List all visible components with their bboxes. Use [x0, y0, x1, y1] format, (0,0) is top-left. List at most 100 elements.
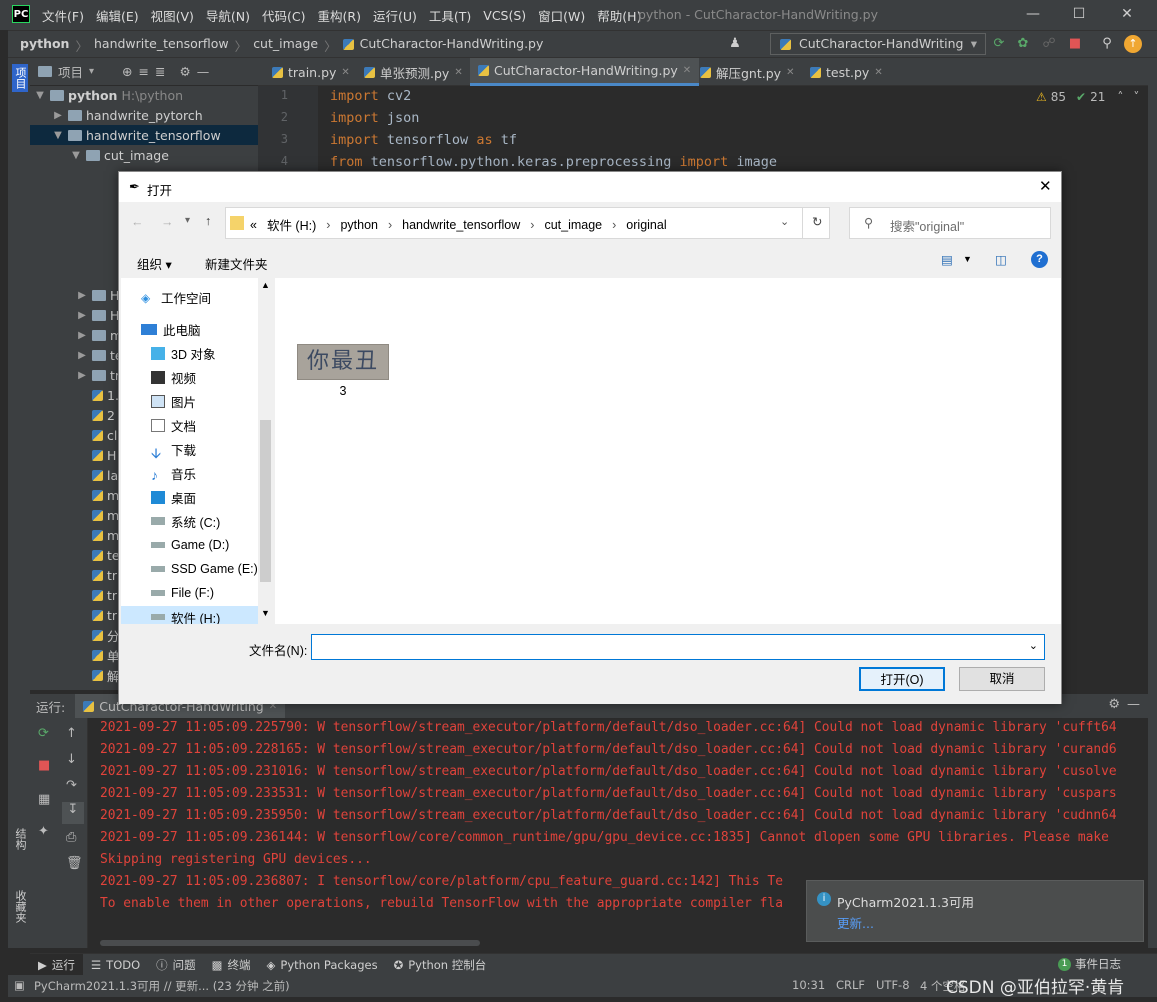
- tree-item-partial[interactable]: H: [92, 445, 116, 465]
- close-tab-icon[interactable]: ✕: [683, 65, 691, 76]
- address-segment[interactable]: original: [626, 218, 666, 232]
- status-toggle-icon[interactable]: ▣: [14, 978, 25, 992]
- tab-python-packages[interactable]: ◈ Python Packages: [259, 958, 386, 972]
- event-log[interactable]: 1 事件日志: [1058, 956, 1121, 972]
- caret-position[interactable]: 10:31: [792, 978, 825, 992]
- tree-item-partial[interactable]: tr: [92, 585, 117, 605]
- tree-item-partial[interactable]: ▶ te: [76, 345, 122, 365]
- help-icon[interactable]: ?: [1031, 251, 1048, 268]
- file-thumbnail[interactable]: 你最丑: [297, 344, 389, 380]
- view-options-icon[interactable]: ▤: [941, 252, 953, 267]
- horizontal-scrollbar[interactable]: [100, 940, 480, 946]
- pin-icon[interactable]: ✦: [38, 824, 49, 839]
- expand-all-icon[interactable]: ≡: [139, 64, 149, 79]
- collapse-all-icon[interactable]: ≣: [155, 64, 165, 79]
- notification-update-link[interactable]: 更新...: [837, 913, 874, 932]
- project-panel-title[interactable]: 项目: [58, 62, 83, 81]
- close-tab-icon[interactable]: ✕: [454, 67, 462, 78]
- nav-workspace[interactable]: ◈ 工作空间: [141, 286, 211, 308]
- nav-drive-d[interactable]: Game (D:): [151, 534, 229, 556]
- preview-pane-icon[interactable]: ◫: [995, 252, 1007, 267]
- tree-item-handwrite-pytorch[interactable]: ▶ handwrite_pytorch: [52, 105, 203, 125]
- nav-drive-f[interactable]: File (F:): [151, 582, 214, 604]
- tree-item-handwrite-tensorflow[interactable]: ▼ handwrite_tensorflow: [30, 125, 258, 145]
- coverage-icon[interactable]: ☍: [1040, 35, 1058, 53]
- chevron-down-icon[interactable]: ˅: [1133, 90, 1139, 104]
- update-notification[interactable]: i PyCharm2021.1.3可用 更新...: [806, 880, 1144, 942]
- nav-documents[interactable]: 文档: [151, 414, 196, 436]
- gear-icon[interactable]: ⚙: [180, 64, 191, 79]
- favorites-tool-tab[interactable]: 收藏夹: [12, 890, 28, 923]
- nav-desktop[interactable]: 桌面: [151, 486, 196, 508]
- cancel-button[interactable]: 取消: [959, 667, 1045, 691]
- menu-refactor[interactable]: 重构(R): [318, 6, 361, 25]
- file-name[interactable]: 3: [297, 384, 389, 398]
- layout-icon[interactable]: ▦: [38, 792, 50, 807]
- hide-icon[interactable]: —: [197, 64, 210, 79]
- close-tab-icon[interactable]: ✕: [786, 67, 794, 78]
- chevron-up-icon[interactable]: ˄: [1117, 90, 1123, 104]
- tree-root[interactable]: ▼ python H:\python: [34, 85, 183, 105]
- stop-icon[interactable]: ■: [1066, 35, 1084, 53]
- gear-icon[interactable]: ⚙: [1108, 697, 1120, 712]
- scroll-thumb[interactable]: [260, 420, 271, 582]
- breadcrumb-folder[interactable]: cut_image: [253, 36, 318, 55]
- menu-run[interactable]: 运行(U): [373, 6, 417, 25]
- tree-item-partial[interactable]: 分: [92, 625, 120, 645]
- menu-navigate[interactable]: 导航(N): [206, 6, 250, 25]
- address-bar[interactable]: « 软件 (H:) › python › handwrite_tensorflow ›…: [225, 207, 830, 239]
- tree-item-partial[interactable]: 2: [92, 405, 115, 425]
- nav-3d-objects[interactable]: 3D 对象: [151, 342, 215, 364]
- close-icon[interactable]: ✕: [1039, 177, 1052, 195]
- menu-help[interactable]: 帮助(H): [597, 6, 641, 25]
- up-icon[interactable]: ↑: [205, 214, 211, 228]
- tree-item-partial[interactable]: m: [92, 525, 119, 545]
- tree-item-partial[interactable]: cl: [92, 425, 117, 445]
- breadcrumb-folder[interactable]: handwrite_tensorflow: [94, 36, 229, 55]
- address-segment[interactable]: handwrite_tensorflow: [402, 218, 520, 232]
- nav-scrollbar[interactable]: ▲ ▼: [258, 278, 273, 624]
- tree-item-partial[interactable]: ▶ H: [76, 285, 119, 305]
- breadcrumb-file[interactable]: CutCharactor-HandWriting.py: [360, 36, 544, 55]
- address-segment[interactable]: cut_image: [544, 218, 602, 232]
- tab-train[interactable]: train.py ✕: [264, 58, 358, 86]
- menu-window[interactable]: 窗口(W): [538, 6, 585, 25]
- address-segment[interactable]: python: [340, 218, 378, 232]
- locate-icon[interactable]: ⊕: [122, 64, 132, 79]
- scroll-down-icon[interactable]: ▼: [261, 608, 270, 618]
- refresh-icon[interactable]: ↻: [812, 214, 822, 229]
- tree-item-partial[interactable]: 解: [92, 665, 120, 685]
- address-overflow[interactable]: «: [250, 218, 257, 232]
- soft-wrap-icon[interactable]: ↷: [66, 778, 77, 793]
- menu-code[interactable]: 代码(C): [262, 6, 305, 25]
- menu-file[interactable]: 文件(F): [42, 6, 84, 25]
- maximize-icon[interactable]: ☐: [1056, 0, 1102, 30]
- tree-item-partial[interactable]: 1.: [92, 385, 119, 405]
- line-separator[interactable]: CRLF: [836, 978, 865, 992]
- chevron-right-icon[interactable]: ›: [388, 218, 392, 232]
- print-icon[interactable]: ⎙: [66, 830, 76, 845]
- tab-problems[interactable]: ⓘ 问题: [148, 957, 204, 973]
- new-folder-button[interactable]: 新建文件夹: [205, 254, 268, 273]
- menu-vcs[interactable]: VCS(S): [483, 8, 526, 23]
- rerun-icon[interactable]: ⟳: [38, 726, 49, 741]
- back-icon[interactable]: ←: [131, 215, 144, 229]
- chevron-right-icon[interactable]: ›: [326, 218, 330, 232]
- menu-tools[interactable]: 工具(T): [429, 6, 471, 25]
- chevron-right-icon[interactable]: ›: [612, 218, 616, 232]
- forward-icon[interactable]: →: [161, 215, 174, 229]
- tree-item-partial[interactable]: m: [92, 505, 119, 525]
- tab-unzip-gnt[interactable]: 解压gnt.py ✕: [692, 58, 802, 86]
- tab-test[interactable]: test.py ✕: [802, 58, 891, 86]
- updates-icon[interactable]: ↑: [1124, 35, 1142, 53]
- structure-tool-tab[interactable]: 结构: [12, 828, 28, 850]
- menu-edit[interactable]: 编辑(E): [96, 6, 139, 25]
- nav-videos[interactable]: 视频: [151, 366, 196, 388]
- tree-item-partial[interactable]: m: [92, 485, 119, 505]
- minimize-icon[interactable]: —: [1010, 0, 1056, 30]
- scroll-down-icon[interactable]: ↓: [66, 752, 77, 767]
- tree-item-partial[interactable]: tr: [92, 605, 117, 625]
- nav-music[interactable]: ♪ 音乐: [151, 462, 196, 484]
- tab-cutcharactor[interactable]: CutCharactor-HandWriting.py ✕: [470, 58, 700, 86]
- inspection-widget[interactable]: ⚠ 85 ✔ 21 ˄ ˅: [1036, 90, 1139, 104]
